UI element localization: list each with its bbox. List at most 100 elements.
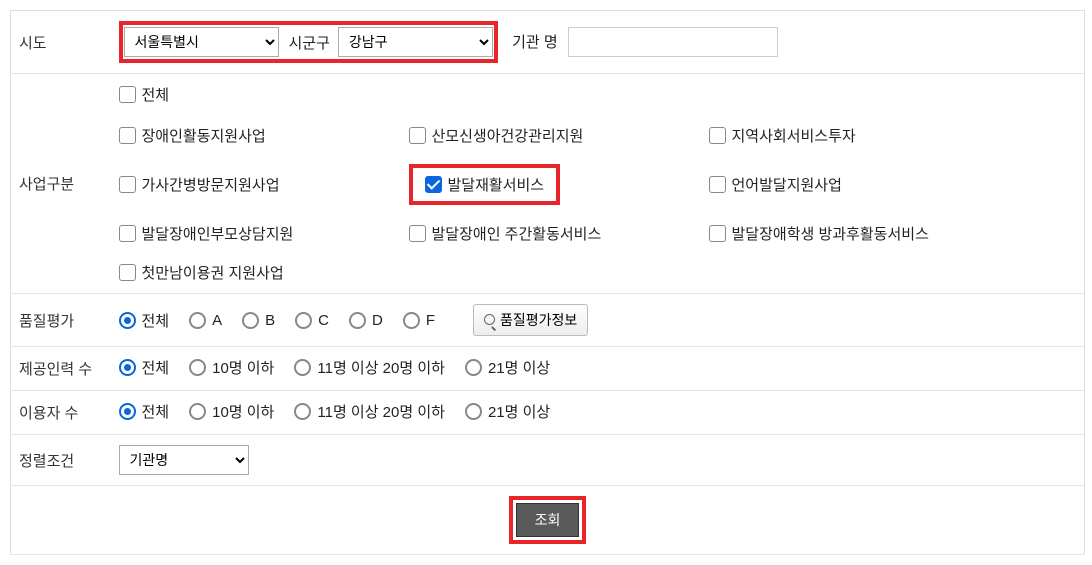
quality-radio-a[interactable]: A <box>189 312 222 329</box>
magnifier-icon <box>484 314 496 326</box>
users-content: 전체 10명 이하 11명 이상 20명 이하 21명 이상 <box>111 391 1085 435</box>
quality-radio-b[interactable]: B <box>242 312 275 329</box>
radio[interactable] <box>189 312 206 329</box>
cb-item[interactable]: 언어발달지원사업 <box>709 164 1019 205</box>
users-radio-10[interactable]: 10명 이하 <box>189 401 274 422</box>
search-button[interactable]: 조회 <box>516 503 580 537</box>
sido-select[interactable]: 서울특별시 <box>124 27 279 57</box>
cb-label: 언어발달지원사업 <box>732 174 842 195</box>
quality-info-button[interactable]: 품질평가정보 <box>473 304 588 336</box>
staff-radio-10[interactable]: 10명 이하 <box>189 357 274 378</box>
rd-label: 전체 <box>142 310 170 331</box>
radio[interactable] <box>294 403 311 420</box>
quality-radio-d[interactable]: D <box>349 312 383 329</box>
cb-label: 산모신생아건강관리지원 <box>432 125 584 146</box>
rd-label: 11명 이상 20명 이하 <box>317 401 445 422</box>
label-business: 사업구분 <box>11 74 111 294</box>
rd-label: A <box>212 312 222 329</box>
location-highlight: 서울특별시 시군구 강남구 <box>119 21 498 63</box>
radio[interactable] <box>294 359 311 376</box>
cb-item[interactable]: 지역사회서비스투자 <box>709 125 1019 146</box>
cb-item[interactable]: 첫만남이용권 지원사업 <box>119 262 1019 283</box>
radio[interactable] <box>465 403 482 420</box>
radio[interactable] <box>242 312 259 329</box>
quality-radio-all[interactable]: 전체 <box>119 310 170 331</box>
checkbox[interactable] <box>409 225 426 242</box>
cb-item[interactable]: 산모신생아건강관리지원 <box>409 125 709 146</box>
cb-item[interactable]: 가사간병방문지원사업 <box>119 164 409 205</box>
checkbox[interactable] <box>709 225 726 242</box>
radio[interactable] <box>119 312 136 329</box>
label-sido: 시도 <box>11 11 111 74</box>
cb-label: 발달장애인부모상담지원 <box>142 223 294 244</box>
staff-radio-all[interactable]: 전체 <box>119 357 170 378</box>
rd-label: 10명 이하 <box>212 401 274 422</box>
rd-label: D <box>372 312 383 329</box>
rd-label: C <box>318 312 329 329</box>
cb-label: 발달재활서비스 <box>448 174 545 195</box>
sigungu-select[interactable]: 강남구 <box>338 27 493 57</box>
quality-radio-c[interactable]: C <box>295 312 329 329</box>
checkbox[interactable] <box>409 127 426 144</box>
checkbox[interactable] <box>119 264 136 281</box>
staff-content: 전체 10명 이하 11명 이상 20명 이하 21명 이상 <box>111 347 1085 391</box>
cb-item[interactable]: 발달장애인 주간활동서비스 <box>409 223 709 244</box>
cb-label: 첫만남이용권 지원사업 <box>142 262 284 283</box>
highlight-rehab: 발달재활서비스 <box>409 164 561 205</box>
rd-label: 전체 <box>142 357 170 378</box>
label-sort: 정렬조건 <box>11 435 111 486</box>
staff-radio-11-20[interactable]: 11명 이상 20명 이하 <box>294 357 445 378</box>
label-staff: 제공인력 수 <box>11 347 111 391</box>
checkbox[interactable] <box>709 127 726 144</box>
radio[interactable] <box>119 403 136 420</box>
checkbox[interactable] <box>119 127 136 144</box>
sido-content: 서울특별시 시군구 강남구 기관 명 <box>111 11 1085 74</box>
cb-item[interactable]: 장애인활동지원사업 <box>119 125 409 146</box>
checkbox-rehab[interactable] <box>425 176 442 193</box>
cb-label: 지역사회서비스투자 <box>732 125 856 146</box>
label-sigungu: 시군구 <box>289 32 330 53</box>
rd-label: 11명 이상 20명 이하 <box>317 357 445 378</box>
institution-input[interactable] <box>568 27 778 57</box>
rd-label: F <box>426 312 435 329</box>
sort-select[interactable]: 기관명 <box>119 445 249 475</box>
rd-label: 21명 이상 <box>488 401 550 422</box>
radio[interactable] <box>349 312 366 329</box>
users-radio-11-20[interactable]: 11명 이상 20명 이하 <box>294 401 445 422</box>
rd-label: 전체 <box>142 401 170 422</box>
cb-all[interactable]: 전체 <box>119 84 170 105</box>
label-institution: 기관 명 <box>512 34 558 51</box>
checkbox[interactable] <box>119 225 136 242</box>
submit-highlight: 조회 <box>509 496 587 544</box>
cb-label: 발달장애인 주간활동서비스 <box>432 223 602 244</box>
cb-label: 장애인활동지원사업 <box>142 125 266 146</box>
checkbox[interactable] <box>119 176 136 193</box>
users-radio-all[interactable]: 전체 <box>119 401 170 422</box>
users-radio-21[interactable]: 21명 이상 <box>465 401 550 422</box>
sort-content: 기관명 <box>111 435 1085 486</box>
rd-label: 10명 이하 <box>212 357 274 378</box>
cb-item[interactable]: 발달장애인부모상담지원 <box>119 223 409 244</box>
staff-radio-21[interactable]: 21명 이상 <box>465 357 550 378</box>
label-quality: 품질평가 <box>11 294 111 347</box>
radio[interactable] <box>119 359 136 376</box>
cb-label: 발달장애학생 방과후활동서비스 <box>732 223 929 244</box>
business-content: 전체 장애인활동지원사업 산모신생아건강관리지원 지역사회서비스투자 <box>111 74 1085 294</box>
quality-info-label: 품질평가정보 <box>500 310 577 330</box>
cb-item[interactable]: 발달장애학생 방과후활동서비스 <box>709 223 1019 244</box>
radio[interactable] <box>189 403 206 420</box>
radio[interactable] <box>403 312 420 329</box>
radio[interactable] <box>295 312 312 329</box>
checkbox[interactable] <box>709 176 726 193</box>
rd-label: B <box>265 312 275 329</box>
rd-label: 21명 이상 <box>488 357 550 378</box>
cb-label: 전체 <box>142 84 170 105</box>
quality-content: 전체 A B C D F 품질평가정보 <box>111 294 1085 347</box>
radio[interactable] <box>465 359 482 376</box>
cb-label: 가사간병방문지원사업 <box>142 174 280 195</box>
label-users: 이용자 수 <box>11 391 111 435</box>
radio[interactable] <box>189 359 206 376</box>
cb-item-rehab[interactable]: 발달재활서비스 <box>425 174 545 195</box>
checkbox-all[interactable] <box>119 86 136 103</box>
quality-radio-f[interactable]: F <box>403 312 435 329</box>
